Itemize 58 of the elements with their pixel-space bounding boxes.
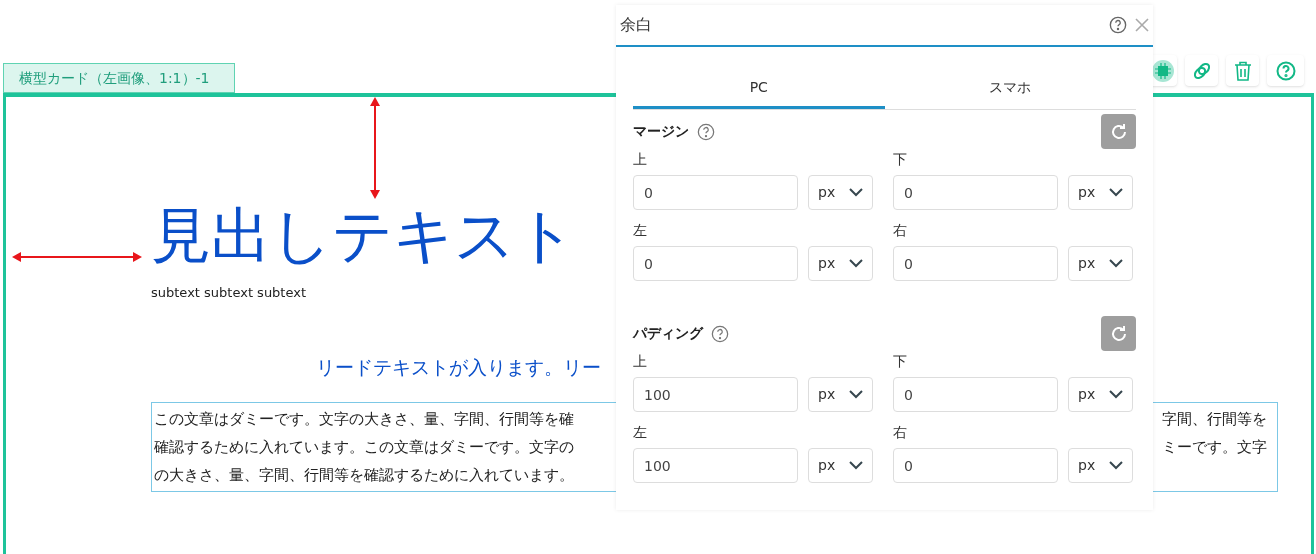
unit-select[interactable]: px [1068,377,1133,412]
field-label: 下 [893,150,908,169]
unit-select[interactable]: px [1068,448,1133,483]
body-text-line: ミーです。文字 [1162,437,1267,458]
duplicate-button[interactable] [1185,55,1218,86]
unit-select[interactable]: px [808,448,873,483]
trash-icon [1233,60,1252,81]
heading-text: 見出しテキスト [151,201,576,269]
number-input[interactable]: 0 [633,175,798,210]
reset-button[interactable] [1101,114,1136,149]
field-label: 右 [893,423,908,442]
card-tag: 横型カード（左画像、1:1）-1 [3,63,235,93]
chevron-down-icon [849,188,863,197]
number-input[interactable]: 100 [633,377,798,412]
help-button[interactable] [1267,55,1304,86]
body-text-line: 字間、行間等を [1162,409,1267,430]
chevron-down-icon [849,461,863,470]
number-input[interactable]: 0 [893,448,1058,483]
unit-select[interactable]: px [1068,246,1133,281]
tab[interactable]: PC [633,69,885,109]
unit-select[interactable]: px [808,175,873,210]
unit-select[interactable]: px [808,246,873,281]
subtext: subtext subtext subtext [151,284,307,302]
lead-text: リードテキストが入ります。リー [316,355,601,380]
unit-select[interactable]: px [808,377,873,412]
chevron-down-icon [849,390,863,399]
field-label: 下 [893,352,908,371]
field-label: 右 [893,221,908,240]
section-title: パディング [633,324,703,343]
rings-icon [1191,60,1212,81]
number-input[interactable]: 0 [893,175,1058,210]
chevron-down-icon [1109,461,1123,470]
number-input[interactable]: 100 [633,448,798,483]
unit-select[interactable]: px [1068,175,1133,210]
number-input[interactable]: 0 [893,377,1058,412]
body-text-line: この文章はダミーです。文字の大きさ、量、字間、行間等を確 [154,409,574,430]
help-icon[interactable] [711,324,729,343]
number-input[interactable]: 0 [893,246,1058,281]
field-label: 上 [633,352,648,371]
help-icon [1275,60,1296,81]
help-icon[interactable] [1109,16,1127,34]
chevron-down-icon [1109,188,1123,197]
close-icon[interactable] [1135,18,1149,32]
chevron-down-icon [1109,259,1123,268]
panel-title: 余白 [620,14,653,36]
reset-button[interactable] [1101,316,1136,351]
chevron-down-icon [1109,390,1123,399]
number-input[interactable]: 0 [633,246,798,281]
field-label: 上 [633,150,648,169]
tab[interactable]: スマホ [884,69,1136,109]
help-icon[interactable] [697,122,715,141]
delete-button[interactable] [1226,55,1259,86]
chevron-down-icon [849,259,863,268]
section-title: マージン [633,122,689,141]
field-label: 左 [633,423,648,442]
body-text-line: の大きさ、量、字間、行間等を確認するために入れています。 [154,465,574,486]
body-text-line: 確認するために入れています。この文章はダミーです。文字の [154,437,574,458]
field-label: 左 [633,221,648,240]
